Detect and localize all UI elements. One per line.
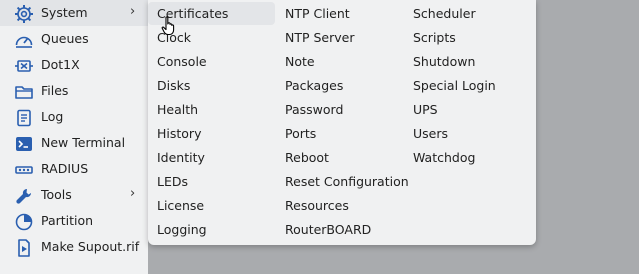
menu-item-console[interactable]: Console <box>148 49 273 73</box>
sidebar-item-tools[interactable]: Tools › <box>0 182 148 208</box>
menu-item-identity[interactable]: Identity <box>148 145 273 169</box>
sidebar-item-label: Files <box>41 83 69 98</box>
gear-icon <box>14 4 34 24</box>
log-icon <box>14 108 34 128</box>
sidebar-item-partition[interactable]: Partition <box>0 208 148 234</box>
sidebar-item-radius[interactable]: RADIUS <box>0 156 148 182</box>
submenu-column: Certificates Clock Console Disks Health … <box>148 0 275 241</box>
sidebar-item-files[interactable]: Files <box>0 78 148 104</box>
partition-icon <box>14 212 34 232</box>
menu-item-logging[interactable]: Logging <box>148 217 273 241</box>
sidebar-item-make-supout[interactable]: Make Supout.rif <box>0 234 148 260</box>
menu-item-history[interactable]: History <box>148 121 273 145</box>
sidebar-item-label: Dot1X <box>41 57 80 72</box>
system-submenu: Certificates Clock Console Disks Health … <box>148 0 536 245</box>
dot1x-icon <box>14 56 34 76</box>
sidebar-item-label: Queues <box>41 31 89 46</box>
sidebar-item-label: Partition <box>41 213 94 228</box>
chevron-right-icon: › <box>130 4 136 19</box>
supout-icon <box>14 238 34 258</box>
sidebar-item-label: RADIUS <box>41 161 89 176</box>
sidebar-item-label: Make Supout.rif <box>41 239 140 254</box>
sidebar-item-label: Tools <box>41 187 72 202</box>
sidebar-item-dot1x[interactable]: Dot1X <box>0 52 148 78</box>
terminal-icon <box>14 134 34 154</box>
sidebar: System › Queues Dot1X Files Log New Term… <box>0 0 148 274</box>
menu-item-disks[interactable]: Disks <box>148 73 273 97</box>
menu-item-leds[interactable]: LEDs <box>148 169 273 193</box>
radius-icon <box>14 160 34 180</box>
sidebar-item-label: New Terminal <box>41 135 126 150</box>
tools-icon <box>14 186 34 206</box>
gauge-icon <box>14 30 34 50</box>
menu-item-health[interactable]: Health <box>148 97 273 121</box>
hand-pointer-cursor-icon <box>161 16 175 36</box>
sidebar-item-queues[interactable]: Queues <box>0 26 148 52</box>
sidebar-item-log[interactable]: Log <box>0 104 148 130</box>
sidebar-item-new-terminal[interactable]: New Terminal <box>0 130 148 156</box>
sidebar-item-label: System <box>41 5 88 20</box>
menu-item-license[interactable]: License <box>148 193 273 217</box>
sidebar-item-label: Log <box>41 109 64 124</box>
chevron-right-icon: › <box>130 186 136 201</box>
folder-icon <box>14 82 34 102</box>
sidebar-item-system[interactable]: System › <box>0 0 148 26</box>
